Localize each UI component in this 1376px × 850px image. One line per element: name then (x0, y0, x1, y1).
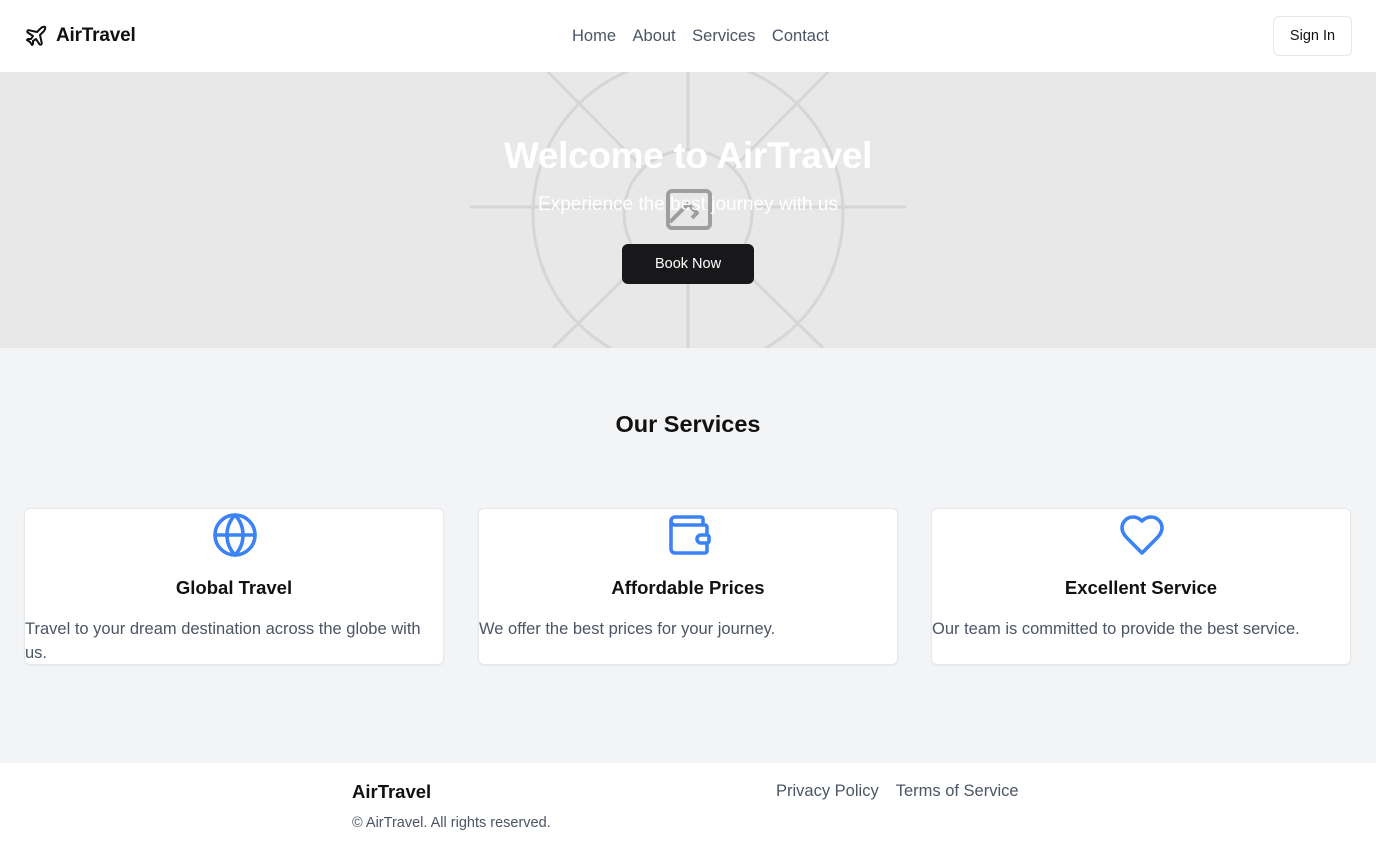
footer-copyright: © AirTravel. All rights reserved. (352, 815, 551, 831)
hero-subtitle: Experience the best journey with us (538, 194, 838, 215)
service-card-title: Excellent Service (1064, 577, 1218, 598)
privacy-policy-link[interactable]: Privacy Policy (776, 780, 879, 802)
site-footer: AirTravel © AirTravel. All rights reserv… (0, 763, 1376, 850)
service-card-description: Our team is committed to provide the bes… (932, 620, 1300, 638)
service-card-title: Global Travel (175, 577, 293, 598)
hero-title: Welcome to AirTravel (503, 135, 873, 176)
footer-brand: AirTravel (352, 781, 432, 802)
book-now-button[interactable]: Book Now (622, 244, 754, 284)
terms-of-service-link[interactable]: Terms of Service (896, 780, 1019, 802)
brand-name: AirTravel (56, 25, 136, 46)
hero-section: Welcome to AirTravel Experience the best… (0, 72, 1376, 348)
wallet-icon (669, 515, 711, 555)
service-card-global-travel: Global Travel Travel to your dream desti… (24, 508, 444, 665)
sign-in-button[interactable]: Sign In (1273, 16, 1352, 56)
nav-contact[interactable]: Contact (772, 25, 829, 47)
site-header: AirTravel Home About Services Contact Si… (0, 0, 1376, 72)
nav-about[interactable]: About (633, 25, 676, 47)
service-card-title: Affordable Prices (611, 577, 765, 598)
service-card-description: Travel to your dream destination across … (25, 620, 421, 662)
service-card-description: We offer the best prices for your journe… (479, 620, 776, 638)
nav-services[interactable]: Services (692, 25, 755, 47)
brand-logo-link[interactable]: AirTravel (24, 23, 136, 49)
service-card-excellent-service: Excellent Service Our team is committed … (931, 508, 1351, 665)
service-card-affordable-prices: Affordable Prices We offer the best pric… (478, 508, 898, 665)
nav-home[interactable]: Home (572, 25, 616, 47)
main-nav: Home About Services Contact (572, 25, 845, 47)
heart-icon (1120, 515, 1164, 555)
services-title: Our Services (615, 411, 761, 437)
globe-icon (213, 513, 257, 557)
footer-links: Privacy Policy Terms of Service (776, 780, 1036, 802)
plane-icon (26, 25, 47, 46)
